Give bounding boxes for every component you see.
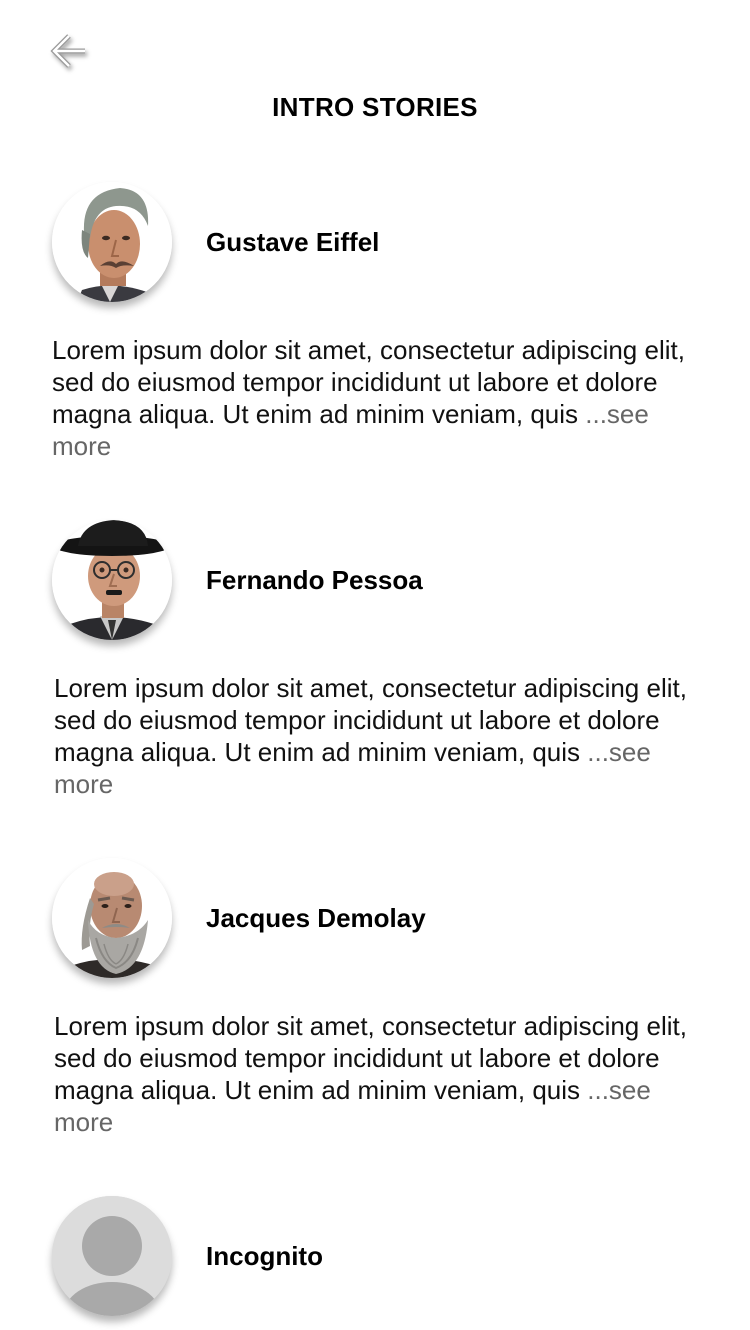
person-placeholder-icon <box>52 1196 172 1316</box>
story-header[interactable]: Incognito <box>52 1196 712 1316</box>
story-name[interactable]: Gustave Eiffel <box>206 227 379 258</box>
story-header[interactable]: Gustave Eiffel <box>52 182 712 302</box>
story-name[interactable]: Fernando Pessoa <box>206 565 423 596</box>
avatar[interactable] <box>52 520 172 640</box>
gustave-eiffel-portrait <box>52 182 172 302</box>
story-description: Lorem ipsum dolor sit amet, consectetur … <box>54 672 704 800</box>
story-name[interactable]: Jacques Demolay <box>206 903 426 934</box>
fernando-pessoa-portrait <box>52 520 172 640</box>
page-title: INTRO STORIES <box>272 92 478 122</box>
avatar[interactable] <box>52 858 172 978</box>
jacques-demolay-portrait <box>52 858 172 978</box>
story-header[interactable]: Fernando Pessoa <box>52 520 712 640</box>
avatar[interactable] <box>52 182 172 302</box>
intro-stories-screen: INTRO STORIES Gustave Eiffel Lorem ipsum… <box>0 0 750 1330</box>
story-header[interactable]: Jacques Demolay <box>52 858 712 978</box>
back-button[interactable] <box>44 26 94 76</box>
story-description: Lorem ipsum dolor sit amet, consectetur … <box>54 1010 704 1138</box>
story-name[interactable]: Incognito <box>206 1241 323 1272</box>
arrow-left-icon <box>50 34 85 68</box>
story-description: Lorem ipsum dolor sit amet, consectetur … <box>52 334 702 462</box>
avatar[interactable] <box>52 1196 172 1316</box>
